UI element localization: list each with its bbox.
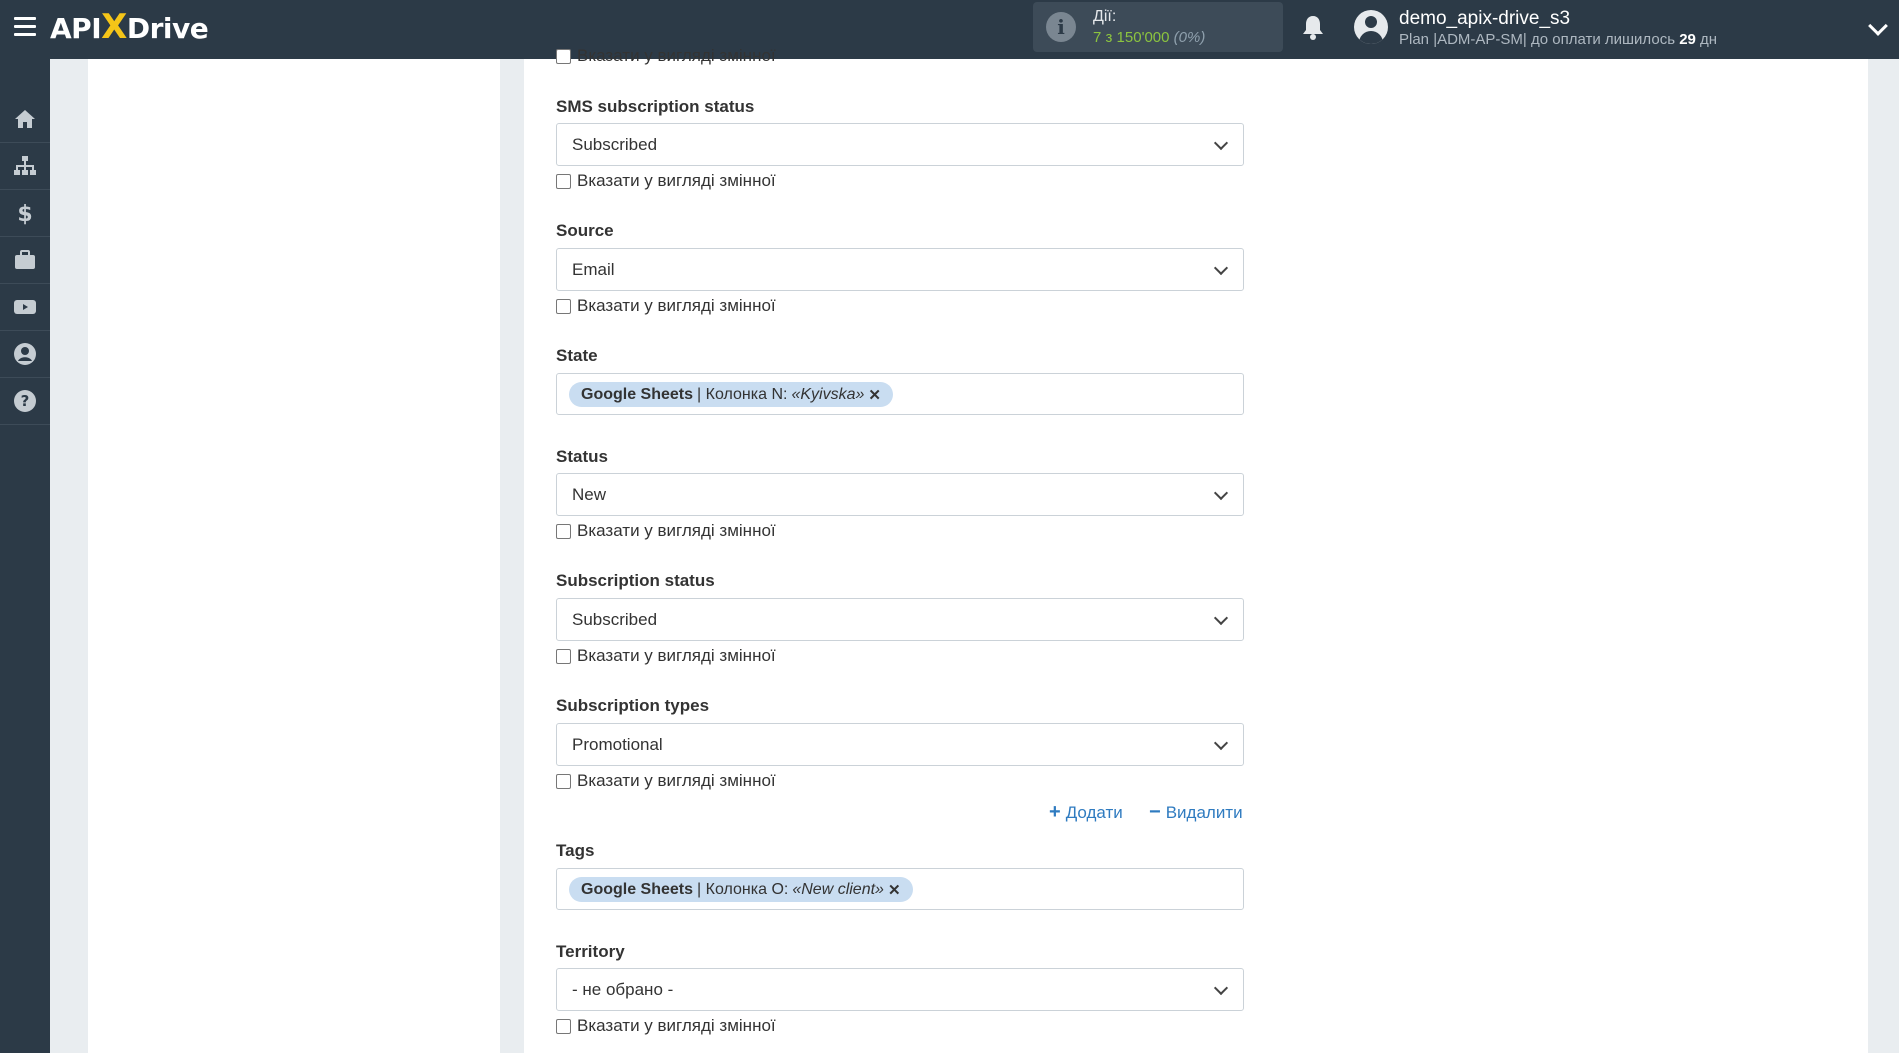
chevron-down-icon [1213,610,1229,626]
sidebar-item-profile[interactable] [0,331,50,378]
svg-text:$: $ [17,202,32,225]
sms-subscription-status-variable-checkbox[interactable]: Вказати у вигляді змінної [556,171,776,191]
sms-subscription-status-label: SMS subscription status [556,97,755,116]
subscription-types-label: Subscription types [556,696,710,715]
help-icon: ? [14,390,36,412]
chevron-down-icon [1213,735,1229,751]
state-variable-chip[interactable]: Google Sheets | Колонка N: «Kyivska» ✕ [569,382,893,407]
minus-icon: − [1149,801,1161,823]
territory-select[interactable]: - не обрано - [556,968,1244,1011]
status-select[interactable]: New [556,473,1244,516]
subscription-status-variable-checkbox[interactable]: Вказати у вигляді змінної [556,646,776,666]
state-label: State [556,346,598,365]
close-icon[interactable]: ✕ [868,386,881,404]
remove-button[interactable]: − Видалити [1149,801,1243,824]
sidebar-item-home[interactable] [0,96,50,143]
video-icon [14,300,36,314]
subscription-types-select[interactable]: Promotional [556,723,1244,766]
add-button[interactable]: + Додати [1049,801,1123,824]
sidebar-item-billing[interactable]: $ [0,190,50,237]
home-icon [15,110,35,128]
sidebar-item-tools[interactable] [0,237,50,284]
apix-drive-logo[interactable]: APIXDrive [50,9,209,47]
hamburger-menu-icon[interactable] [14,17,36,37]
subscription-status-label: Subscription status [556,571,715,590]
sidebar-item-video[interactable] [0,284,50,331]
sidebar-item-help[interactable]: ? [0,378,50,425]
sitemap-icon [14,156,36,175]
source-label: Source [556,221,614,240]
status-variable-checkbox[interactable]: Вказати у вигляді змінної [556,521,776,541]
source-variable-checkbox[interactable]: Вказати у вигляді змінної [556,296,776,316]
chevron-down-icon[interactable] [1868,16,1888,36]
subscription-status-select[interactable]: Subscribed [556,598,1244,641]
chevron-down-icon [1213,135,1229,151]
tags-variable-chip[interactable]: Google Sheets | Колонка O: «New client» ✕ [569,877,913,902]
dollar-icon: $ [17,202,32,225]
svg-text:?: ? [21,392,30,410]
status-label: Status [556,447,608,466]
left-panel [88,59,500,1053]
user-icon [14,343,36,365]
source-select[interactable]: Email [556,248,1244,291]
chevron-down-icon [1213,485,1229,501]
tags-label: Tags [556,841,595,860]
subscription-types-variable-checkbox[interactable]: Вказати у вигляді змінної [556,771,776,791]
close-icon[interactable]: ✕ [888,881,901,899]
chevron-down-icon [1213,980,1229,996]
tags-input[interactable]: Google Sheets | Колонка O: «New client» ✕ [556,868,1244,910]
sms-subscription-status-select[interactable]: Subscribed [556,123,1244,166]
chevron-down-icon [1213,260,1229,276]
territory-variable-checkbox[interactable]: Вказати у вигляді змінної [556,1016,776,1036]
sidebar: $ ? [0,59,50,1053]
plus-icon: + [1049,801,1061,823]
sidebar-item-connections[interactable] [0,143,50,190]
briefcase-icon [15,250,35,269]
territory-label: Territory [556,942,625,961]
state-input[interactable]: Google Sheets | Колонка N: «Kyivska» ✕ [556,373,1244,415]
